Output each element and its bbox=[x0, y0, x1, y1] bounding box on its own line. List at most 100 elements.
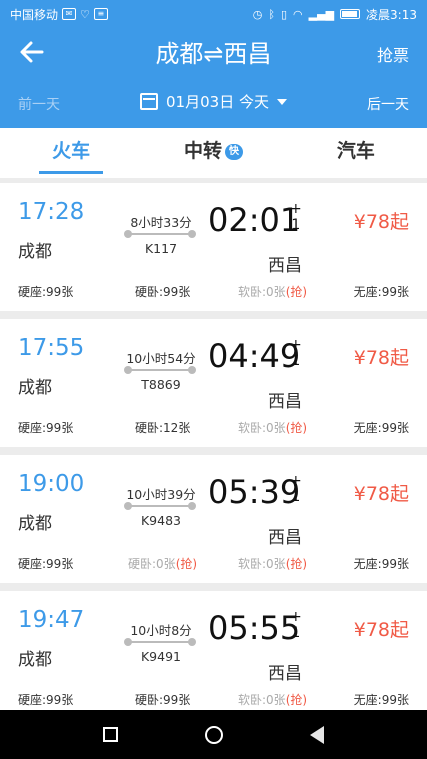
signal-icon: ▂▄▆ bbox=[308, 7, 335, 21]
seat-hard-sleeper: 硬卧:12张 bbox=[135, 421, 191, 435]
seat-label: 硬卧:0张 bbox=[128, 557, 176, 571]
route-title: 成都⇌西昌 bbox=[155, 40, 272, 68]
seat-label: 软卧:0张 bbox=[238, 693, 286, 707]
price: ¥78起 bbox=[353, 619, 409, 641]
departure-station: 成都 bbox=[18, 378, 52, 398]
seat-hard-sleeper[interactable]: 硬卧:0张(抢) bbox=[128, 555, 197, 572]
train-number: K117 bbox=[144, 241, 178, 256]
seat-hard-sleeper: 硬卧:99张 bbox=[135, 693, 191, 707]
seat-standing: 无座:99张 bbox=[353, 285, 409, 299]
plus-sign: + bbox=[290, 337, 302, 353]
grab-tag: (抢) bbox=[175, 557, 198, 571]
arrival-time: 04:49 bbox=[208, 337, 301, 375]
arrival-time: 02:01 bbox=[208, 201, 301, 239]
date-bar: 前一天 01月03日 今天 后一天 bbox=[0, 80, 427, 128]
sim-icon: ✉ bbox=[62, 8, 77, 20]
train-number: K9483 bbox=[140, 513, 181, 528]
plus-sign: + bbox=[290, 609, 302, 625]
tab-bus[interactable]: 汽车 bbox=[285, 128, 427, 178]
arrival-station: 西昌 bbox=[268, 664, 302, 684]
departure-time: 17:55 bbox=[18, 335, 85, 361]
duration: 10小时54分 bbox=[126, 351, 196, 366]
home-icon[interactable] bbox=[204, 725, 223, 744]
calendar-icon bbox=[140, 93, 159, 110]
route-line bbox=[124, 366, 196, 374]
train-card[interactable]: 17:28 成都 8小时33分 K117 02:01 +1 西昌 ¥78起 硬座… bbox=[0, 183, 427, 311]
train-card[interactable]: 19:47 成都 10小时8分 K9491 05:55 +1 西昌 ¥78起 硬… bbox=[0, 591, 427, 719]
seat-standing: 无座:99张 bbox=[353, 693, 409, 707]
arrival-station: 西昌 bbox=[268, 256, 302, 276]
tab-train-label: 火车 bbox=[52, 140, 91, 162]
wifi-icon: ◠ bbox=[293, 7, 303, 21]
price: ¥78起 bbox=[353, 211, 409, 233]
battery-icon bbox=[340, 9, 361, 19]
bluetooth-icon: ᛒ bbox=[268, 7, 275, 21]
arrival-time: 05:55 bbox=[208, 609, 301, 647]
departure-station: 成都 bbox=[18, 650, 52, 670]
duration: 8小时33分 bbox=[130, 215, 192, 230]
seat-hard-seat: 硬座:99张 bbox=[18, 557, 74, 571]
seat-hard-seat: 硬座:99张 bbox=[18, 693, 74, 707]
seat-label: 软卧:0张 bbox=[238, 421, 286, 435]
heart-icon: ♡ bbox=[80, 7, 90, 21]
app-header: 成都⇌西昌 抢票 bbox=[0, 28, 427, 80]
route-line bbox=[124, 230, 196, 238]
seat-label: 软卧:0张 bbox=[238, 285, 286, 299]
train-number: T8869 bbox=[141, 377, 181, 392]
grab-ticket-button[interactable]: 抢票 bbox=[377, 42, 409, 66]
seat-soft-sleeper[interactable]: 软卧:0张(抢) bbox=[238, 555, 307, 572]
grab-tag: (抢) bbox=[285, 285, 308, 299]
grab-tag: (抢) bbox=[285, 693, 308, 707]
message-icon: ≡ bbox=[93, 8, 108, 20]
status-bar: 中国移动 ✉ ♡ ≡ ◷ ᛒ ▯ ◠ ▂▄▆ 凌晨3:13 bbox=[0, 0, 427, 28]
vibrate-icon: ▯ bbox=[280, 7, 288, 21]
tab-transfer[interactable]: 中转快 bbox=[142, 128, 284, 178]
seat-soft-sleeper[interactable]: 软卧:0张(抢) bbox=[238, 691, 307, 708]
clock-label: 凌晨3:13 bbox=[366, 7, 417, 22]
price: ¥78起 bbox=[353, 347, 409, 369]
carrier-label: 中国移动 bbox=[10, 7, 59, 22]
plus-days: 1 bbox=[291, 625, 301, 641]
next-day-indicator: +1 bbox=[290, 337, 302, 369]
tab-train[interactable]: 火车 bbox=[0, 128, 142, 178]
departure-time: 17:28 bbox=[18, 199, 85, 225]
departure-station: 成都 bbox=[18, 514, 52, 534]
date-picker[interactable]: 01月03日 今天 bbox=[0, 91, 427, 112]
plus-days: 1 bbox=[291, 217, 301, 233]
recent-apps-icon[interactable] bbox=[103, 727, 119, 742]
back-triangle-icon[interactable] bbox=[309, 725, 324, 744]
departure-time: 19:47 bbox=[18, 607, 85, 633]
seat-hard-sleeper: 硬卧:99张 bbox=[135, 285, 191, 299]
next-day-indicator: +1 bbox=[290, 609, 302, 641]
route-line bbox=[124, 502, 196, 510]
departure-station: 成都 bbox=[18, 242, 52, 262]
plus-days: 1 bbox=[291, 353, 301, 369]
fast-badge: 快 bbox=[225, 143, 243, 160]
price: ¥78起 bbox=[353, 483, 409, 505]
transport-tabs: 火车 中转快 汽车 bbox=[0, 128, 427, 178]
grab-tag: (抢) bbox=[285, 421, 308, 435]
route-line bbox=[124, 638, 196, 646]
system-nav-bar bbox=[0, 710, 427, 759]
plus-days: 1 bbox=[291, 489, 301, 505]
seat-hard-seat: 硬座:99张 bbox=[18, 285, 74, 299]
arrival-station: 西昌 bbox=[268, 392, 302, 412]
arrival-station: 西昌 bbox=[268, 528, 302, 548]
date-label: 01月03日 今天 bbox=[166, 93, 269, 111]
chevron-down-icon bbox=[276, 98, 287, 105]
grab-tag: (抢) bbox=[285, 557, 308, 571]
next-day-indicator: +1 bbox=[290, 473, 302, 505]
train-card[interactable]: 17:55 成都 10小时54分 T8869 04:49 +1 西昌 ¥78起 … bbox=[0, 319, 427, 447]
duration: 10小时39分 bbox=[126, 487, 196, 502]
plus-sign: + bbox=[290, 473, 302, 489]
tab-bus-label: 汽车 bbox=[336, 140, 375, 162]
seat-standing: 无座:99张 bbox=[353, 421, 409, 435]
tab-transfer-label: 中转 bbox=[183, 140, 222, 162]
seat-standing: 无座:99张 bbox=[353, 557, 409, 571]
duration: 10小时8分 bbox=[130, 623, 192, 638]
train-card[interactable]: 19:00 成都 10小时39分 K9483 05:39 +1 西昌 ¥78起 … bbox=[0, 455, 427, 583]
seat-soft-sleeper[interactable]: 软卧:0张(抢) bbox=[238, 419, 307, 436]
next-day-button[interactable]: 后一天 bbox=[367, 94, 409, 114]
seat-soft-sleeper[interactable]: 软卧:0张(抢) bbox=[238, 283, 307, 300]
next-day-indicator: +1 bbox=[290, 201, 302, 233]
